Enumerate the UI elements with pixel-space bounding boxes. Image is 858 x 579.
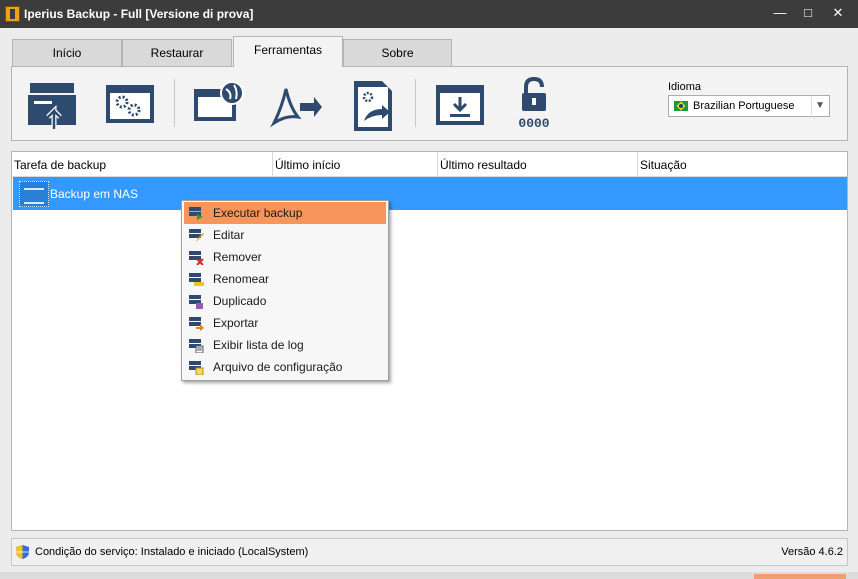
pdf-export-icon — [270, 88, 322, 128]
table-row[interactable]: Backup em NAS — [13, 177, 847, 210]
settings-window-button[interactable] — [102, 77, 158, 133]
menu-item-duplicate[interactable]: Duplicado — [184, 290, 386, 312]
menu-item-label: Exportar — [213, 316, 259, 330]
column-header-last-start[interactable]: Último início — [273, 152, 438, 177]
brazil-flag-icon — [674, 101, 688, 111]
menu-item-config-file[interactable]: Arquivo de configuração — [184, 356, 386, 378]
shield-icon — [16, 545, 29, 559]
tab-restaurar[interactable]: Restaurar — [122, 39, 232, 67]
pdf-export-button[interactable] — [268, 77, 324, 133]
maximize-button[interactable]: □ — [796, 4, 820, 24]
ribbon-separator — [174, 79, 175, 127]
service-status-text: Condição do serviço: Instalado e iniciad… — [35, 546, 309, 558]
status-bar: Condição do serviço: Instalado e iniciad… — [11, 538, 848, 566]
download-window-button[interactable] — [432, 77, 488, 133]
menu-item-show-log[interactable]: Exibir lista de log — [184, 334, 386, 356]
window-settings-icon — [106, 85, 154, 123]
menu-item-remove[interactable]: Remover — [184, 246, 386, 268]
table-header: Tarefa de backup Último início Último re… — [12, 152, 847, 177]
menu-item-label: Remover — [213, 250, 262, 264]
menu-item-label: Executar backup — [213, 206, 303, 220]
window-title: Iperius Backup - Full [Versione di prova… — [24, 7, 254, 21]
close-button[interactable]: ✕ — [826, 4, 850, 24]
backup-upload-button[interactable] — [24, 77, 80, 133]
task-name: Backup em NAS — [50, 187, 139, 201]
backup-task-table: Tarefa de backup Último início Último re… — [11, 151, 848, 531]
title-bar: Iperius Backup - Full [Versione di prova… — [0, 0, 858, 28]
menu-item-label: Duplicado — [213, 294, 267, 308]
app-logo-icon — [5, 6, 20, 22]
tab-sobre[interactable]: Sobre — [343, 39, 452, 67]
lock-pin-button[interactable]: 0000 — [508, 76, 564, 133]
remove-icon — [189, 251, 204, 265]
menu-item-label: Renomear — [213, 272, 270, 286]
document-export-button[interactable] — [346, 77, 402, 133]
language-value: Brazilian Portuguese — [693, 100, 795, 112]
language-label: Idioma — [668, 81, 702, 93]
column-header-status[interactable]: Situação — [638, 152, 847, 177]
menu-item-label: Exibir lista de log — [213, 338, 304, 352]
tools-ribbon: 0000 Idioma Brazilian Portuguese ▼ — [11, 66, 848, 141]
run-backup-icon — [189, 207, 203, 220]
download-window-icon — [436, 85, 484, 125]
version-text: Versão 4.6.2 — [781, 546, 843, 558]
column-header-last-result[interactable]: Último resultado — [438, 152, 638, 177]
duplicate-icon — [189, 295, 203, 309]
column-header-task[interactable]: Tarefa de backup — [12, 152, 273, 177]
edit-icon — [189, 229, 204, 242]
lock-pin-icon: 0000 — [518, 76, 550, 131]
rename-icon — [189, 273, 204, 286]
menu-item-export[interactable]: Exportar — [184, 312, 386, 334]
window-bottom-edge — [0, 572, 858, 579]
menu-item-run-backup[interactable]: Executar backup — [184, 202, 386, 224]
document-settings-export-icon — [354, 81, 392, 131]
bottom-accent — [754, 574, 846, 579]
context-menu: Executar backup Editar Remover Renomear … — [181, 200, 389, 381]
language-select[interactable]: Brazilian Portuguese ▼ — [668, 95, 830, 117]
pin-digits: 0000 — [518, 116, 549, 131]
ribbon-separator — [415, 79, 416, 127]
chevron-down-icon[interactable]: ▼ — [811, 97, 828, 115]
menu-item-edit[interactable]: Editar — [184, 224, 386, 246]
config-file-icon — [189, 361, 204, 375]
web-window-icon — [194, 81, 244, 121]
menu-item-rename[interactable]: Renomear — [184, 268, 386, 290]
menu-item-label: Arquivo de configuração — [213, 360, 343, 374]
backup-job-icon — [19, 181, 49, 207]
tab-inicio[interactable]: Início — [12, 39, 122, 67]
tab-ferramentas[interactable]: Ferramentas — [233, 36, 343, 67]
web-window-button[interactable] — [190, 77, 246, 133]
export-icon — [189, 317, 204, 331]
backup-upload-icon — [28, 83, 76, 129]
minimize-button[interactable]: — — [768, 4, 792, 24]
log-list-icon — [189, 339, 204, 353]
menu-item-label: Editar — [213, 228, 245, 242]
